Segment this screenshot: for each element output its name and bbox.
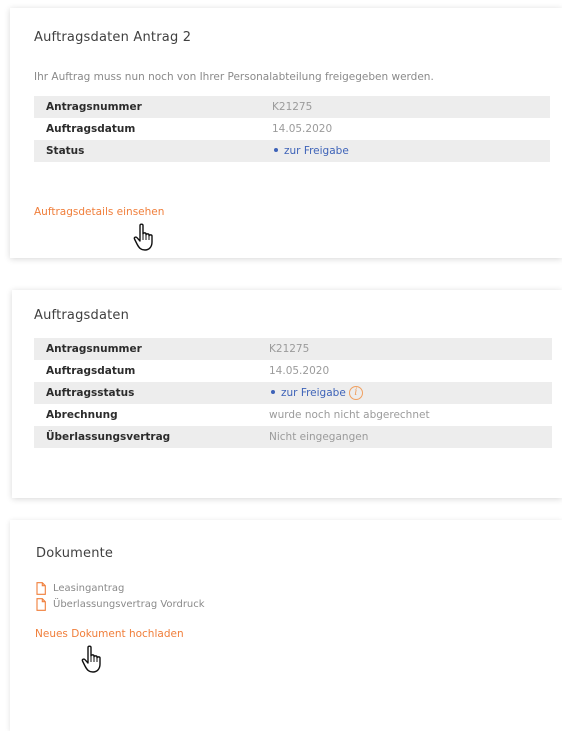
document-name: Leasingantrag <box>53 582 125 594</box>
row-value: wurde noch nicht abgerechnet <box>269 409 430 421</box>
row-value: K21275 <box>272 96 550 118</box>
document-icon <box>36 597 46 611</box>
order-details-title: Auftragsdaten <box>34 308 130 323</box>
row-key: Auftragsdatum <box>46 123 136 135</box>
order-details-link[interactable]: Auftragsdetails einsehen <box>34 206 164 218</box>
document-list: Leasingantrag Überlassungsvertrag Vordru… <box>36 580 205 612</box>
documents-title: Dokumente <box>36 546 114 561</box>
order-details-table: Antragsnummer K21275 Auftragsdatum 14.05… <box>34 338 552 448</box>
order-summary-table: Antragsnummer K21275 Auftragsdatum 14.05… <box>34 96 550 162</box>
status-dot-icon <box>271 390 275 394</box>
table-row: Abrechnung wurde noch nicht abgerechnet <box>34 404 552 426</box>
row-value: K21275 <box>269 338 552 360</box>
order-summary-title: Auftragsdaten Antrag 2 <box>34 30 192 45</box>
status-text: zur Freigabe <box>284 145 349 157</box>
document-icon <box>36 581 46 595</box>
table-row: Antragsnummer K21275 <box>34 338 552 360</box>
table-row: Auftragsstatus zur Freigabe i <box>34 382 552 404</box>
upload-document-link[interactable]: Neues Dokument hochladen <box>35 628 184 640</box>
status-dot-icon <box>274 148 278 152</box>
document-name: Überlassungsvertrag Vordruck <box>53 598 205 610</box>
status-value: zur Freigabe <box>272 140 550 162</box>
row-key: Antragsnummer <box>34 338 269 360</box>
row-value: 14.05.2020 <box>272 123 333 135</box>
status-text: zur Freigabe <box>281 387 346 399</box>
row-key: Status <box>34 140 272 162</box>
table-row: Auftragsdatum 14.05.2020 <box>34 360 552 382</box>
table-row: Status zur Freigabe <box>34 140 550 162</box>
row-key: Abrechnung <box>46 409 118 421</box>
row-value: 14.05.2020 <box>269 365 330 377</box>
table-row: Antragsnummer K21275 <box>34 96 550 118</box>
order-summary-card: Auftragsdaten Antrag 2 Ihr Auftrag muss … <box>10 8 562 258</box>
approval-info-text: Ihr Auftrag muss nun noch von Ihrer Pers… <box>34 71 434 83</box>
table-row: Überlassungsvertrag Nicht eingegangen <box>34 426 552 448</box>
table-row: Auftragsdatum 14.05.2020 <box>34 118 550 140</box>
row-key: Antragsnummer <box>34 96 272 118</box>
row-key: Überlassungsvertrag <box>34 426 269 448</box>
status-value: zur Freigabe i <box>269 382 552 404</box>
document-item[interactable]: Überlassungsvertrag Vordruck <box>36 596 205 612</box>
row-value: Nicht eingegangen <box>269 426 552 448</box>
row-key: Auftragsstatus <box>34 382 269 404</box>
documents-card: Dokumente Leasingantrag Überlassungsvert… <box>10 520 562 731</box>
order-details-card: Auftragsdaten Antragsnummer K21275 Auftr… <box>12 290 562 498</box>
document-item[interactable]: Leasingantrag <box>36 580 205 596</box>
row-key: Auftragsdatum <box>46 365 136 377</box>
info-icon[interactable]: i <box>348 386 363 400</box>
